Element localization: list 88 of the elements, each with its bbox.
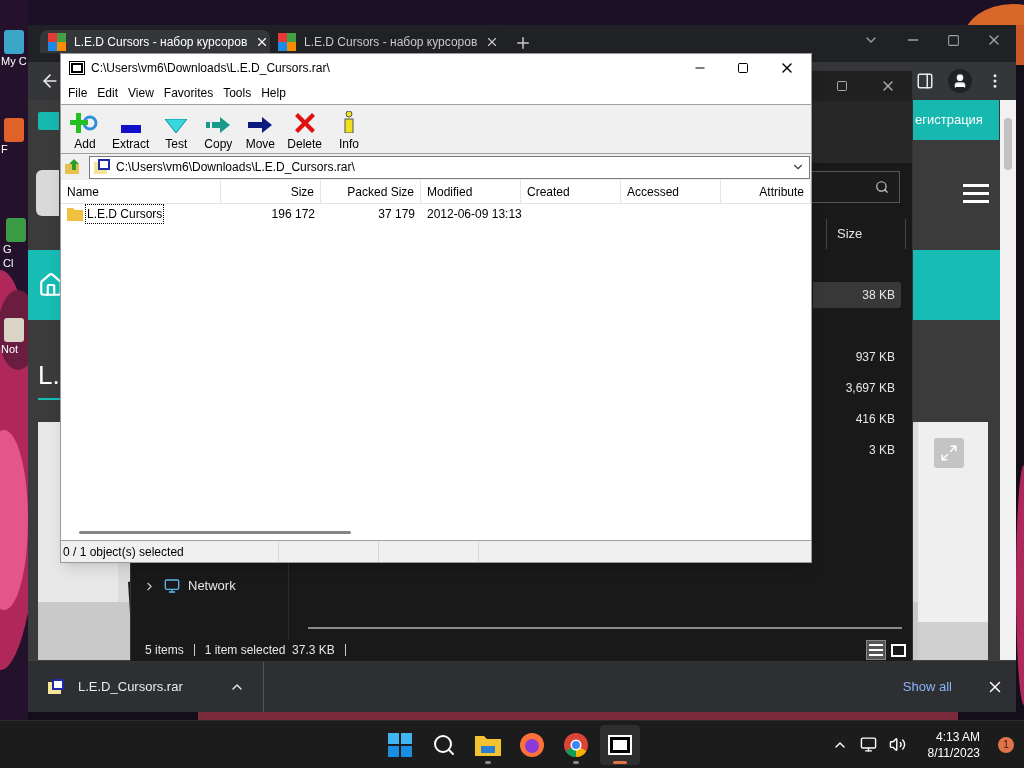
folder-icon [475,733,501,756]
selection-info: 1 item selected 37.3 KB [204,642,335,659]
arrow-right-icon [248,117,273,133]
person-icon [952,73,968,89]
table-cell-text: 196 172 [271,206,315,223]
menu-item[interactable]: Edit [92,84,124,102]
clock[interactable]: 4:13 AM 8/11/2023 [927,728,980,761]
side-panel-icon[interactable] [916,72,934,90]
column-header[interactable]: Modified [421,180,521,203]
menu-icon[interactable] [963,184,989,204]
scrollbar[interactable] [1000,100,1016,660]
new-tab-icon[interactable] [514,34,532,52]
list-icon [869,644,883,656]
toolbar-button[interactable]: Copy [200,107,237,151]
toolbar-button[interactable]: Delete [284,107,326,151]
menu-item[interactable]: File [63,84,93,102]
search-field[interactable] [810,171,900,203]
table-cell-text: 37 179 [378,206,415,223]
column-header[interactable]: Accessed [621,180,721,203]
file-row[interactable]: 416 KB [813,406,901,432]
x-icon [294,113,315,133]
plus-icon [70,113,100,133]
info-icon [343,111,356,133]
app-icon [608,734,632,755]
firefox-icon [520,732,544,757]
app-icon [69,61,85,75]
menu-item[interactable]: View [123,84,159,102]
size-cell-text: 38 KB [862,287,895,304]
arrow-right-icon [206,117,231,133]
show-all-link[interactable]: Show all [902,676,952,697]
menu-item[interactable]: Favorites [158,84,219,102]
maximize-icon[interactable] [737,62,749,74]
size-cell-text: 937 KB [855,349,895,366]
toolbar-button[interactable]: Extract [109,107,153,151]
size-cell-text: 3 KB [869,442,895,459]
check-icon [165,119,188,133]
volume-icon[interactable] [888,736,906,753]
tab-title: L.E.D Cursors - набор курсоров [74,33,248,51]
menu-item[interactable]: Help [256,84,291,102]
minus-icon [120,125,141,133]
toolbar-button[interactable]: Info [331,107,368,151]
search-icon [432,732,456,757]
favicon-icon [48,32,66,51]
folder-icon [67,207,83,221]
page-heading: L. [38,359,60,392]
maximize-icon[interactable] [836,80,848,92]
taskbar-button[interactable] [600,724,640,765]
network-icon[interactable] [859,736,877,753]
browser-tab[interactable]: L.E.D Cursors - набор курсоров [40,30,270,53]
column-header[interactable]: Size [826,219,906,249]
address-field[interactable]: C:\Users\vm6\Downloads\L.E.D_Cursors.rar\ [89,155,810,179]
favicon-icon [278,32,296,51]
size-cell-text: 3,697 KB [845,380,895,397]
window-title: C:\Users\vm6\Downloads\L.E.D_Cursors.rar\ [91,60,330,77]
archive-icon [48,678,64,695]
toolbar-button[interactable]: Test [158,107,195,151]
file-row[interactable]: 937 KB [813,344,901,370]
item-count: 5 items [145,642,184,659]
column-header[interactable]: Packed Size [321,180,421,203]
profile-avatar[interactable] [948,69,972,93]
windows-icon [388,732,412,757]
archive-icon [94,159,110,175]
notification-badge[interactable]: 1 [998,736,1014,753]
status-text: 0 / 1 object(s) selected [63,543,184,561]
column-header[interactable]: Name [61,180,221,203]
tab-title: L.E.D Cursors - набор курсоров [304,33,478,51]
nav-item[interactable]: Network [131,575,288,597]
chrome-icon [564,732,588,757]
table-cell-text: 2012-06-09 13:13 [427,206,522,223]
search-icon [875,180,889,194]
file-row[interactable]: 3,697 KB [813,375,901,401]
details-view-button[interactable] [866,640,886,660]
column-header[interactable]: Size [221,180,321,203]
maximize-icon[interactable] [947,33,960,47]
folder-up-icon[interactable] [65,159,81,175]
file-row[interactable]: 38 KB [813,282,901,308]
expand-icon [940,444,958,462]
size-cell-text: 416 KB [855,411,895,428]
toolbar-button[interactable]: Add [67,107,103,151]
pane-icon [890,643,906,657]
file-name[interactable]: L.E.D Cursors [85,204,165,224]
column-header[interactable]: Created [521,180,621,203]
network-icon [164,578,180,594]
file-row[interactable]: 3 KB [813,437,901,463]
toolbar-button[interactable]: Move [242,107,279,151]
menu-item[interactable]: Tools [218,84,257,102]
download-filename[interactable]: L.E.D_Cursors.rar [78,676,183,697]
column-header[interactable]: Attribute [721,180,811,203]
